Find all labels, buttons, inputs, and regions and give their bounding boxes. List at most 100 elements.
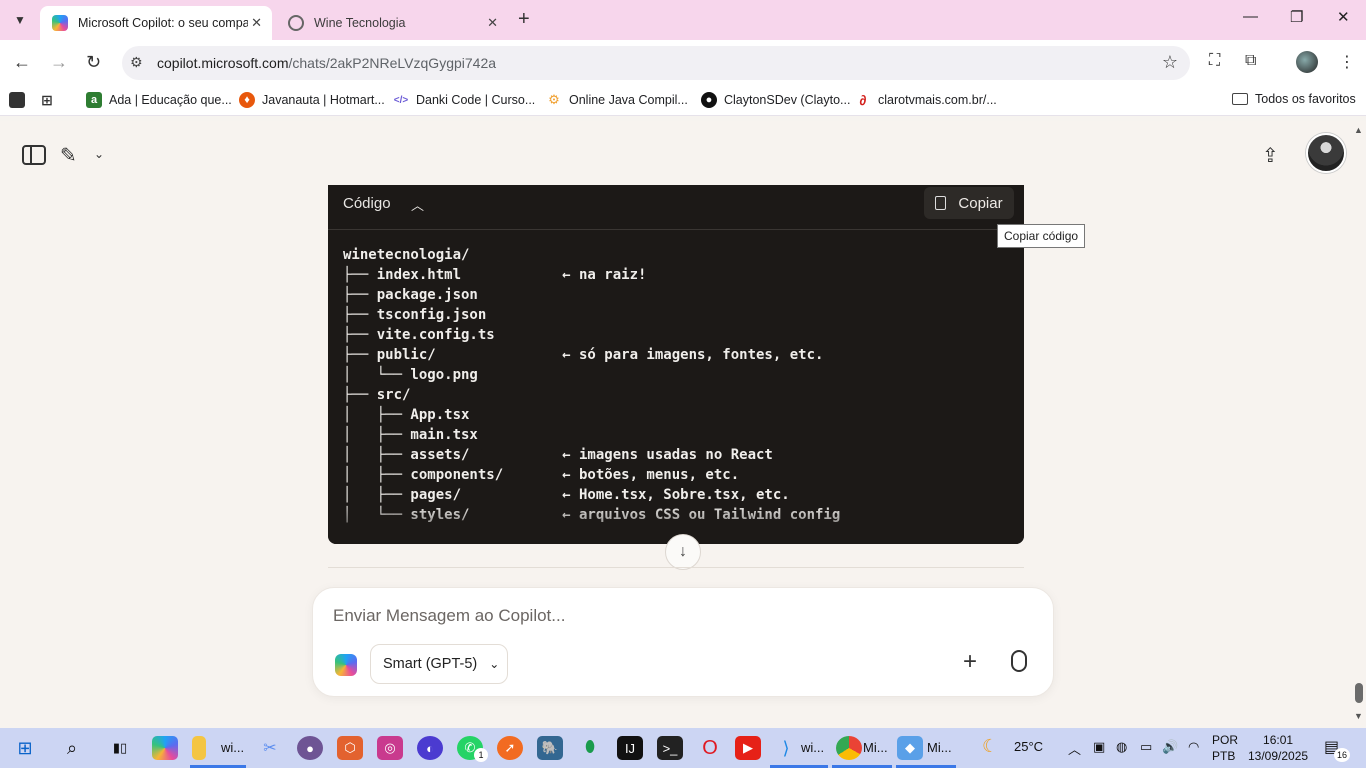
terminal-icon[interactable]: >_ (657, 736, 683, 760)
minimize-button[interactable]: — (1243, 8, 1258, 25)
postgresql-icon[interactable]: 🐘 (537, 736, 563, 760)
model-selector[interactable]: Smart (GPT-5) ⌄ (370, 644, 508, 684)
bookmarks-bar: ⊞ a Ada | Educação que... ♦ Javanauta | Ho… (0, 86, 1366, 116)
microphone-icon[interactable] (1011, 650, 1027, 672)
snipping-tool-icon[interactable]: ✂ (257, 736, 283, 760)
notification-count-badge: 16 (1334, 748, 1350, 762)
restore-button[interactable]: ❐ (1290, 8, 1303, 26)
close-window-button[interactable]: ✕ (1337, 8, 1350, 26)
task-view-icon[interactable]: ▮▯ (107, 736, 133, 760)
scroll-down-arrow-icon[interactable]: ▼ (1354, 711, 1363, 721)
code-block: Código ︿ Copiar winetecnologia/ ├── inde… (328, 185, 1024, 544)
battery-icon[interactable]: ▭ (1140, 739, 1152, 755)
tab-search-button[interactable]: ▼ (6, 6, 34, 34)
mongodb-icon[interactable]: ⬮ (577, 736, 603, 760)
youtube-icon[interactable]: ▶ (735, 736, 761, 760)
bookmark-star-icon[interactable]: ☆ (1162, 52, 1178, 73)
code-icon: </> (393, 94, 409, 106)
meet-now-icon[interactable]: ▣ (1093, 739, 1105, 755)
copy-code-button[interactable]: Copiar (924, 187, 1014, 219)
bookmark-ada[interactable]: a Ada | Educação que... (86, 92, 232, 108)
copilot-favicon-icon (52, 15, 68, 31)
code-block-header: Código ︿ Copiar (328, 185, 1024, 230)
taskbar-label: Mi... (863, 740, 888, 755)
chevron-up-icon[interactable]: ︿ (1068, 739, 1081, 758)
volume-icon[interactable]: 🔊 (1162, 739, 1178, 755)
menu-icon[interactable]: ⋮ (1339, 52, 1355, 72)
chevron-down-icon: ⌄ (489, 657, 500, 671)
extensions-icon[interactable]: ⧉ (1245, 52, 1256, 70)
scrollbar-thumb[interactable] (1355, 683, 1363, 703)
clock[interactable]: 16:01 13/09/2025 (1248, 732, 1308, 764)
tab-title: Wine Tecnologia (314, 16, 406, 30)
bookmark-app-icon[interactable] (9, 92, 32, 108)
back-button[interactable]: ← (13, 52, 31, 73)
scroll-to-bottom-button[interactable]: ↓ (665, 534, 701, 570)
user-avatar[interactable] (1306, 133, 1346, 173)
copilot-logo-icon (335, 654, 357, 676)
weather-moon-icon[interactable]: ☾ (982, 736, 998, 757)
chevron-down-icon[interactable]: ⌄ (94, 147, 104, 161)
forward-button[interactable]: → (50, 52, 68, 73)
input-language[interactable]: POR PTB (1212, 732, 1238, 764)
app-moon-icon[interactable]: ◐ (417, 736, 443, 760)
chrome-icon[interactable] (836, 736, 862, 760)
site-settings-icon[interactable]: ⚙ (130, 54, 143, 71)
app-diamond-icon[interactable]: ◆ (897, 736, 923, 760)
taskbar-label: wi... (221, 740, 245, 755)
start-windows-icon[interactable]: ⊞ (12, 736, 38, 760)
message-input[interactable]: Enviar Mensagem ao Copilot... (333, 606, 565, 626)
weather-temperature[interactable]: 25°C (1014, 739, 1043, 754)
vscode-icon[interactable]: ⟩ (773, 736, 799, 760)
app-pink-icon[interactable]: ◎ (377, 736, 403, 760)
compiler-icon: ⚙ (548, 92, 560, 107)
apps-grid-icon[interactable]: ⊞ (39, 92, 62, 108)
add-attachment-button[interactable]: + (963, 648, 977, 676)
search-icon[interactable]: ⌕ (59, 736, 85, 760)
copilot-app-icon[interactable] (152, 736, 178, 760)
opera-icon[interactable]: O (697, 736, 723, 760)
folder-icon (1232, 93, 1248, 105)
screenshot-icon[interactable]: ⛶ (1209, 52, 1220, 70)
wifi-icon[interactable]: ◠ (1188, 739, 1199, 755)
new-chat-icon[interactable]: ✎ (60, 143, 77, 168)
scroll-up-arrow-icon[interactable]: ▲ (1354, 125, 1363, 135)
reload-button[interactable]: ↻ (86, 52, 101, 73)
tab-copilot[interactable]: Microsoft Copilot: o seu compa ✕ (40, 6, 272, 40)
tab-strip: ▼ Microsoft Copilot: o seu compa ✕ Wine … (0, 0, 1366, 40)
bookmark-claro[interactable]: ∂ clarotvmais.com.br/... (855, 92, 997, 108)
bookmark-online-java[interactable]: ⚙ Online Java Compil... (546, 92, 688, 108)
all-bookmarks-folder[interactable]: Todos os favoritos (1232, 92, 1356, 106)
intellij-icon[interactable]: IJ (617, 736, 643, 760)
tab-wine-tecnologia[interactable]: Wine Tecnologia ✕ (276, 6, 508, 40)
sidebar-toggle-icon[interactable] (22, 145, 46, 165)
browser-toolbar: ← → ↻ ⚙ copilot.microsoft.com/chats/2akP… (0, 40, 1366, 86)
bookmark-github[interactable]: ● ClaytonSDev (Clayto... (701, 92, 850, 108)
profile-avatar[interactable] (1296, 51, 1318, 73)
bookmark-danki-code[interactable]: </> Danki Code | Curso... (393, 92, 536, 108)
close-icon[interactable]: ✕ (251, 15, 262, 31)
new-tab-button[interactable]: + (518, 8, 530, 31)
page-scrollbar[interactable]: ▲ ▼ (1352, 121, 1366, 728)
bookmark-label: clarotvmais.com.br/... (878, 93, 997, 107)
address-bar[interactable]: ⚙ copilot.microsoft.com/chats/2akP2NReLV… (122, 46, 1190, 80)
file-explorer-icon[interactable] (192, 736, 206, 760)
close-icon[interactable]: ✕ (487, 15, 498, 31)
bookmark-label: ClaytonSDev (Clayto... (724, 93, 851, 107)
tab-title: Microsoft Copilot: o seu compa (78, 16, 248, 30)
github-desktop-icon[interactable]: ● (297, 736, 323, 760)
bookmark-label: Ada | Educação que... (109, 93, 232, 107)
network-icon[interactable]: ◍ (1116, 739, 1127, 755)
code-language-label: Código (343, 195, 391, 212)
github-icon: ● (701, 92, 717, 108)
bookmark-label: Todos os favoritos (1255, 92, 1356, 106)
bookmark-javanauta[interactable]: ♦ Javanauta | Hotmart... (239, 92, 385, 108)
share-icon[interactable]: ⇪ (1262, 143, 1279, 168)
collapse-chevron-icon[interactable]: ︿ (411, 195, 424, 214)
code-content: winetecnologia/ ├── index.html ← na raiz… (343, 247, 840, 523)
postman-icon[interactable]: ➚ (497, 736, 523, 760)
copy-icon (935, 196, 947, 210)
copy-tooltip: Copiar código (997, 224, 1086, 248)
app-orange-icon[interactable]: ⬡ (337, 736, 363, 760)
url-text: copilot.microsoft.com/chats/2akP2NReLVzq… (157, 55, 496, 71)
